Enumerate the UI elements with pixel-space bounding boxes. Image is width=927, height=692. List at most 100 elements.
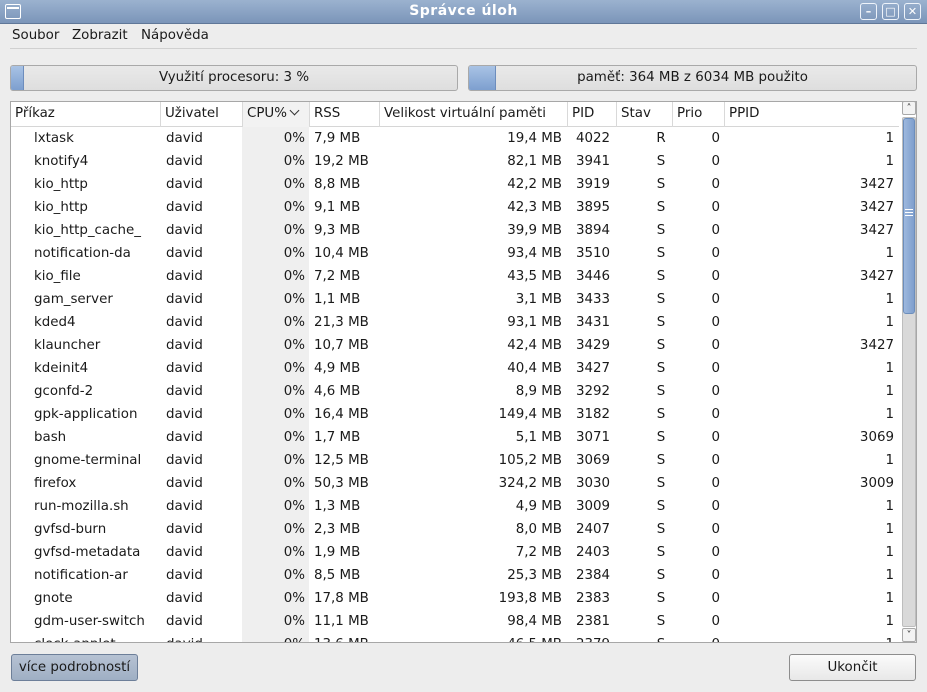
column-header-user[interactable]: Uživatel (160, 102, 242, 127)
column-header-state[interactable]: Stav (616, 102, 672, 127)
cell-virtual-memory: 42,4 MB (507, 338, 562, 353)
table-row[interactable]: bash david 0% 1,7 MB 5,1 MB 3071 S 0 3069 (11, 426, 899, 449)
cell-pid: 3069 (576, 453, 611, 468)
table-row[interactable]: kio_file david 0% 7,2 MB 43,5 MB 3446 S 0 3427 (11, 265, 899, 288)
cell-cpu: 0% (283, 453, 305, 468)
cell-prio: 0 (711, 430, 720, 445)
close-icon[interactable]: ✕ (904, 3, 921, 20)
cell-cpu: 0% (283, 223, 305, 238)
column-header-command[interactable]: Příkaz (11, 102, 160, 127)
cell-state: S (656, 223, 666, 238)
cell-state: R (656, 131, 666, 146)
cell-prio: 0 (711, 154, 720, 169)
more-details-button[interactable]: více podrobností (11, 654, 138, 681)
cell-virtual-memory: 40,4 MB (507, 361, 562, 376)
cell-virtual-memory: 98,4 MB (507, 614, 562, 629)
column-header-ppid[interactable]: PPID (724, 102, 899, 127)
cell-cpu: 0% (283, 384, 305, 399)
cell-ppid: 1 (885, 614, 894, 629)
menu-zobrazit[interactable]: Zobrazit (72, 28, 128, 43)
cell-command: kded4 (34, 315, 76, 330)
process-table: Příkaz Uživatel CPU% RSS Velikost virtuá… (10, 101, 917, 643)
cell-rss: 10,4 MB (314, 246, 369, 261)
cell-cpu: 0% (283, 568, 305, 583)
cell-prio: 0 (711, 522, 720, 537)
table-row[interactable]: gvfsd-metadata david 0% 1,9 MB 7,2 MB 2403 S 0 1 (11, 541, 899, 564)
table-row[interactable]: gconfd-2 david 0% 4,6 MB 8,9 MB 3292 S 0 1 (11, 380, 899, 403)
cell-ppid: 1 (885, 131, 894, 146)
table-row[interactable]: kdeinit4 david 0% 4,9 MB 40,4 MB 3427 S 0 1 (11, 357, 899, 380)
table-body[interactable]: lxtask david 0% 7,9 MB 19,4 MB 4022 R 0 1 knotify… (11, 127, 899, 642)
cell-pid: 2379 (576, 633, 616, 642)
cell-virtual-memory: 8,9 MB (515, 384, 562, 399)
table-row[interactable]: notification-da david 0% 10,4 MB 93,4 MB 3510… (11, 242, 899, 265)
table-row[interactable]: gnote david 0% 17,8 MB 193,8 MB 2383 S 0 1 (11, 587, 899, 610)
table-row[interactable]: gam_server david 0% 1,1 MB 3,1 MB 3433 S 0 1 (11, 288, 899, 311)
cell-command: knotify4 (34, 154, 89, 169)
table-row[interactable]: notification-ar david 0% 8,5 MB 25,3 MB 2384 S… (11, 564, 899, 587)
cell-command: bash (34, 430, 67, 445)
cell-prio: 0 (711, 131, 720, 146)
cell-state: S (656, 568, 666, 583)
cell-state: S (656, 545, 666, 560)
scroll-up-icon[interactable]: ˄ (902, 101, 916, 115)
cell-command: clock-applet (34, 633, 158, 642)
table-row[interactable]: gnome-terminal david 0% 12,5 MB 105,2 MB 3069… (11, 449, 899, 472)
table-row[interactable]: kio_http david 0% 9,1 MB 42,3 MB 3895 S 0 3427 (11, 196, 899, 219)
table-row[interactable]: gvfsd-burn david 0% 2,3 MB 8,0 MB 2407 S 0 1 (11, 518, 899, 541)
cell-rss: 16,4 MB (314, 407, 369, 422)
title-bar[interactable]: Správce úloh – □ ✕ (0, 0, 927, 24)
cell-rss: 1,7 MB (314, 430, 361, 445)
table-row[interactable]: kded4 david 0% 21,3 MB 93,1 MB 3431 S 0 1 (11, 311, 899, 334)
cell-virtual-memory: 105,2 MB (498, 453, 562, 468)
table-row[interactable]: firefox david 0% 50,3 MB 324,2 MB 3030 S 0 3009 (11, 472, 899, 495)
table-row[interactable]: klauncher david 0% 10,7 MB 42,4 MB 3429 S 0 3427 (11, 334, 899, 357)
cell-rss: 8,8 MB (314, 177, 361, 192)
cell-pid: 2381 (576, 614, 611, 629)
cell-virtual-memory: 93,4 MB (507, 246, 562, 261)
column-header-pid[interactable]: PID (567, 102, 616, 127)
table-row[interactable]: knotify4 david 0% 19,2 MB 82,1 MB 3941 S 0 1 (11, 150, 899, 173)
quit-button[interactable]: Ukončit (789, 654, 916, 681)
table-row[interactable]: clock-applet david0% 13,6 MB46,5 MB 2379 S01 (11, 633, 899, 642)
table-row[interactable]: gdm-user-switch david 0% 11,1 MB 98,4 MB 2381… (11, 610, 899, 633)
cell-ppid: 3427 (859, 223, 894, 238)
scroll-down-icon[interactable]: ˅ (902, 628, 916, 642)
maximize-icon[interactable]: □ (882, 3, 899, 20)
cell-cpu: 0% (283, 338, 305, 353)
cell-rss: 13,6 MB (314, 633, 376, 642)
column-header-rss[interactable]: RSS (309, 102, 379, 127)
cell-cpu: 0% (283, 246, 305, 261)
cell-ppid: 3069 (859, 430, 894, 445)
menu-bar: Soubor Zobrazit Nápověda (0, 24, 927, 48)
cell-virtual-memory: 149,4 MB (498, 407, 562, 422)
table-row[interactable]: kio_http_cache_ david 0% 9,3 MB 39,9 MB 3894 S… (11, 219, 899, 242)
table-row[interactable]: run-mozilla.sh david 0% 1,3 MB 4,9 MB 3009 S 0 1 (11, 495, 899, 518)
cell-prio: 0 (711, 361, 720, 376)
column-header-prio[interactable]: Prio (672, 102, 724, 127)
column-header-virtual-memory[interactable]: Velikost virtuální paměti (379, 102, 567, 127)
vertical-scrollbar[interactable]: ˄ ˅ (901, 101, 917, 643)
minimize-icon[interactable]: – (860, 3, 877, 20)
cell-state: S (656, 430, 666, 445)
cell-rss: 7,9 MB (314, 131, 361, 146)
cell-user: david (166, 269, 203, 284)
cell-user: david (166, 384, 203, 399)
menu-soubor[interactable]: Soubor (12, 28, 59, 43)
table-row[interactable]: kio_http david 0% 8,8 MB 42,2 MB 3919 S 0 3427 (11, 173, 899, 196)
cell-command: klauncher (34, 338, 101, 353)
cell-cpu: 0% (283, 361, 305, 376)
cell-ppid: 1 (885, 545, 894, 560)
column-header-cpu[interactable]: CPU% (242, 102, 309, 127)
menu-separator (10, 48, 917, 49)
cell-command: kio_http (34, 177, 88, 192)
cell-command: gam_server (34, 292, 113, 307)
table-row[interactable]: lxtask david 0% 7,9 MB 19,4 MB 4022 R 0 1 (11, 127, 899, 150)
table-row[interactable]: gpk-application david 0% 16,4 MB 149,4 MB 318… (11, 403, 899, 426)
menu-napoveda[interactable]: Nápověda (141, 28, 209, 43)
cell-command: gdm-user-switch (34, 614, 145, 629)
cell-user: david (166, 361, 203, 376)
scroll-thumb[interactable] (903, 118, 915, 314)
cell-cpu: 0% (283, 269, 305, 284)
cell-rss: 50,3 MB (314, 476, 369, 491)
